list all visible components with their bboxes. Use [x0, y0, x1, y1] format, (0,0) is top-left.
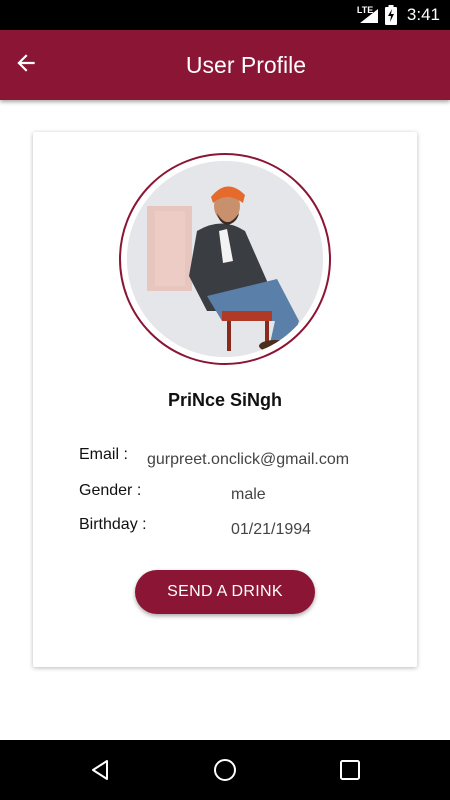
- gender-label: Gender :: [79, 482, 142, 499]
- nav-back-button[interactable]: [85, 755, 115, 785]
- avatar-ring: [119, 153, 331, 365]
- birthday-value: 01/21/1994: [231, 521, 312, 538]
- avatar[interactable]: [127, 161, 323, 357]
- app-bar: User Profile: [0, 30, 450, 100]
- signal-icon: LTE: [357, 5, 379, 25]
- profile-card: PriNce SiNgh Email : gurpreet.onclick@gm…: [33, 132, 417, 667]
- status-bar: LTE 3:41: [0, 0, 450, 30]
- nav-home-button[interactable]: [210, 755, 240, 785]
- profile-photo: [127, 161, 323, 357]
- gender-value: male: [231, 486, 266, 503]
- battery-charging-icon: [384, 5, 397, 25]
- birthday-label: Birthday :: [79, 516, 147, 533]
- back-triangle-icon: [92, 760, 108, 780]
- profile-name: PriNce SiNgh: [167, 390, 283, 410]
- clock: 3:41: [406, 5, 440, 24]
- page-title: User Profile: [185, 52, 307, 78]
- home-circle-icon: [214, 759, 236, 781]
- email-label: Email :: [79, 446, 128, 463]
- recents-square-icon: [340, 760, 360, 780]
- send-drink-button[interactable]: SEND A DRINK: [135, 570, 315, 614]
- nav-bar: [0, 740, 450, 800]
- nav-recents-button[interactable]: [335, 755, 365, 785]
- email-value: gurpreet.onclick@gmail.com: [147, 451, 350, 468]
